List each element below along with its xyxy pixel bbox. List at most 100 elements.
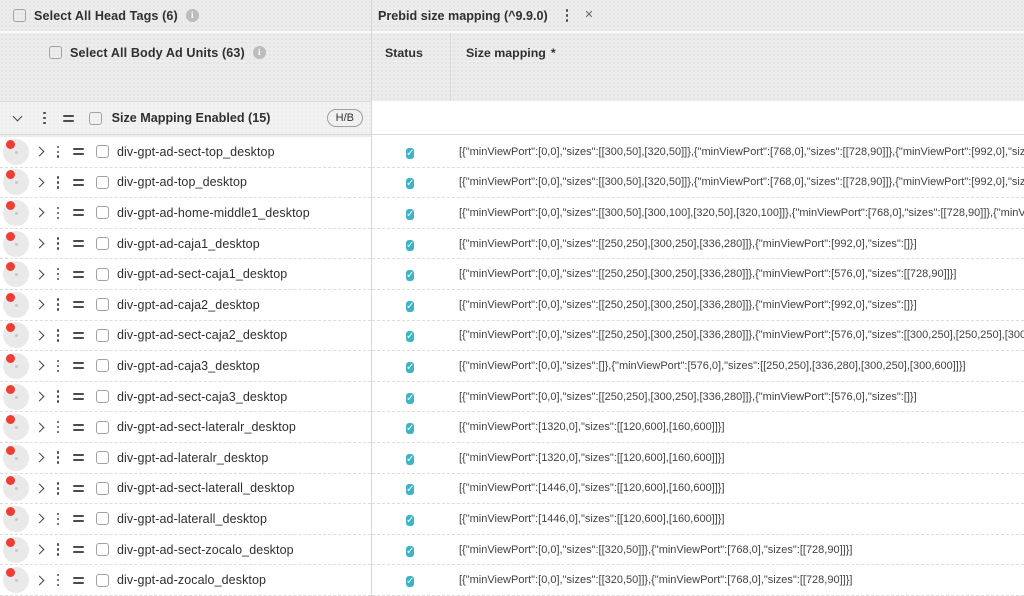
status-checked-checkbox[interactable]: ✓ (406, 240, 414, 251)
kebab-menu-icon[interactable] (43, 112, 46, 125)
drag-handle-icon[interactable] (73, 240, 84, 247)
hb-badge[interactable]: H/B (327, 109, 363, 127)
status-checked-checkbox[interactable]: ✓ (406, 484, 414, 495)
size-mapping-value[interactable]: [{"minViewPort":[0,0],"sizes":[[320,50]]… (459, 574, 1024, 586)
expand-chevron-icon[interactable] (34, 483, 44, 493)
drag-handle-icon[interactable] (73, 209, 84, 216)
drag-handle-icon[interactable] (73, 301, 84, 308)
status-checked-checkbox[interactable]: ✓ (406, 270, 414, 281)
size-mapping-value[interactable]: [{"minViewPort":[0,0],"sizes":[[300,50],… (459, 207, 1024, 219)
row-select-checkbox[interactable] (96, 145, 109, 158)
expand-chevron-icon[interactable] (34, 177, 44, 187)
kebab-menu-icon[interactable] (57, 207, 60, 220)
expand-chevron-icon[interactable] (34, 147, 44, 157)
size-mapping-value[interactable]: [{"minViewPort":[0,0],"sizes":[[250,250]… (459, 391, 1024, 403)
status-checked-checkbox[interactable]: ✓ (406, 209, 414, 220)
drag-handle-icon[interactable] (63, 115, 74, 122)
expand-chevron-icon[interactable] (34, 330, 44, 340)
expand-chevron-icon[interactable] (34, 545, 44, 555)
status-checked-checkbox[interactable]: ✓ (406, 148, 414, 159)
kebab-menu-icon[interactable] (57, 176, 60, 189)
status-checked-checkbox[interactable]: ✓ (406, 576, 414, 587)
drag-handle-icon[interactable] (73, 271, 84, 278)
size-mapping-value[interactable]: [{"minViewPort":[0,0],"sizes":[[250,250]… (459, 238, 1024, 250)
kebab-menu-icon[interactable] (57, 329, 60, 342)
kebab-menu-icon[interactable] (57, 543, 60, 556)
expand-chevron-icon[interactable] (34, 422, 44, 432)
size-mapping-value[interactable]: [{"minViewPort":[0,0],"sizes":[[250,250]… (459, 329, 1024, 341)
status-checked-checkbox[interactable]: ✓ (406, 546, 414, 557)
status-checked-checkbox[interactable]: ✓ (406, 362, 414, 373)
expand-chevron-icon[interactable] (34, 239, 44, 249)
collapse-chevron-icon[interactable] (13, 112, 23, 122)
kebab-menu-icon[interactable] (57, 146, 60, 159)
status-checked-checkbox[interactable]: ✓ (406, 178, 414, 189)
status-checked-checkbox[interactable]: ✓ (406, 393, 414, 404)
size-mapping-value[interactable]: [{"minViewPort":[0,0],"sizes":[]},{"minV… (459, 360, 1024, 372)
size-mapping-value[interactable]: [{"minViewPort":[1320,0],"sizes":[[120,6… (459, 452, 1024, 464)
expand-chevron-icon[interactable] (34, 392, 44, 402)
kebab-menu-icon[interactable] (57, 574, 60, 587)
kebab-menu-icon[interactable] (57, 421, 60, 434)
kebab-menu-icon[interactable] (57, 451, 60, 464)
row-select-checkbox[interactable] (96, 329, 109, 342)
kebab-menu-icon[interactable] (57, 513, 60, 526)
size-mapping-value[interactable]: [{"minViewPort":[0,0],"sizes":[[300,50],… (459, 176, 1024, 188)
kebab-menu-icon[interactable] (57, 237, 60, 250)
row-select-checkbox[interactable] (96, 482, 109, 495)
size-mapping-value[interactable]: [{"minViewPort":[0,0],"sizes":[[250,250]… (459, 268, 1024, 280)
row-select-checkbox[interactable] (96, 268, 109, 281)
row-select-checkbox[interactable] (96, 451, 109, 464)
expand-chevron-icon[interactable] (34, 514, 44, 524)
status-checked-checkbox[interactable]: ✓ (406, 331, 414, 342)
kebab-menu-icon[interactable] (566, 9, 569, 22)
kebab-menu-icon[interactable] (57, 390, 60, 403)
drag-handle-icon[interactable] (73, 362, 84, 369)
row-select-checkbox[interactable] (96, 176, 109, 189)
status-checked-checkbox[interactable]: ✓ (406, 301, 414, 312)
kebab-menu-icon[interactable] (57, 298, 60, 311)
drag-handle-icon[interactable] (73, 393, 84, 400)
row-select-checkbox[interactable] (96, 512, 109, 525)
expand-chevron-icon[interactable] (34, 361, 44, 371)
expand-chevron-icon[interactable] (34, 269, 44, 279)
row-select-checkbox[interactable] (96, 206, 109, 219)
drag-handle-icon[interactable] (73, 332, 84, 339)
drag-handle-icon[interactable] (73, 515, 84, 522)
row-select-checkbox[interactable] (96, 298, 109, 311)
size-mapping-value[interactable]: [{"minViewPort":[1446,0],"sizes":[[120,6… (459, 513, 1024, 525)
drag-handle-icon[interactable] (73, 577, 84, 584)
drag-handle-icon[interactable] (73, 454, 84, 461)
close-icon[interactable]: ✕ (584, 10, 593, 21)
size-mapping-value[interactable]: [{"minViewPort":[1320,0],"sizes":[[120,6… (459, 421, 1024, 433)
status-checked-checkbox[interactable]: ✓ (406, 454, 414, 465)
select-all-body-ad-units-checkbox[interactable] (49, 46, 62, 59)
expand-chevron-icon[interactable] (34, 453, 44, 463)
row-select-checkbox[interactable] (96, 421, 109, 434)
row-select-checkbox[interactable] (96, 390, 109, 403)
select-all-head-tags-checkbox[interactable] (13, 9, 26, 22)
kebab-menu-icon[interactable] (57, 268, 60, 281)
group-select-checkbox[interactable] (89, 112, 102, 125)
status-checked-checkbox[interactable]: ✓ (406, 515, 414, 526)
size-mapping-value[interactable]: [{"minViewPort":[0,0],"sizes":[[250,250]… (459, 299, 1024, 311)
kebab-menu-icon[interactable] (57, 360, 60, 373)
expand-chevron-icon[interactable] (34, 208, 44, 218)
status-checked-checkbox[interactable]: ✓ (406, 423, 414, 434)
drag-handle-icon[interactable] (73, 485, 84, 492)
row-select-checkbox[interactable] (96, 574, 109, 587)
expand-chevron-icon[interactable] (34, 575, 44, 585)
drag-handle-icon[interactable] (73, 148, 84, 155)
drag-handle-icon[interactable] (73, 424, 84, 431)
kebab-menu-icon[interactable] (57, 482, 60, 495)
drag-handle-icon[interactable] (73, 546, 84, 553)
row-select-checkbox[interactable] (96, 237, 109, 250)
row-select-checkbox[interactable] (96, 359, 109, 372)
size-mapping-value[interactable]: [{"minViewPort":[0,0],"sizes":[[300,50],… (459, 146, 1024, 158)
info-icon[interactable]: i (253, 46, 266, 59)
drag-handle-icon[interactable] (73, 179, 84, 186)
size-mapping-value[interactable]: [{"minViewPort":[0,0],"sizes":[[320,50]]… (459, 544, 1024, 556)
row-select-checkbox[interactable] (96, 543, 109, 556)
expand-chevron-icon[interactable] (34, 300, 44, 310)
info-icon[interactable]: i (186, 9, 199, 22)
